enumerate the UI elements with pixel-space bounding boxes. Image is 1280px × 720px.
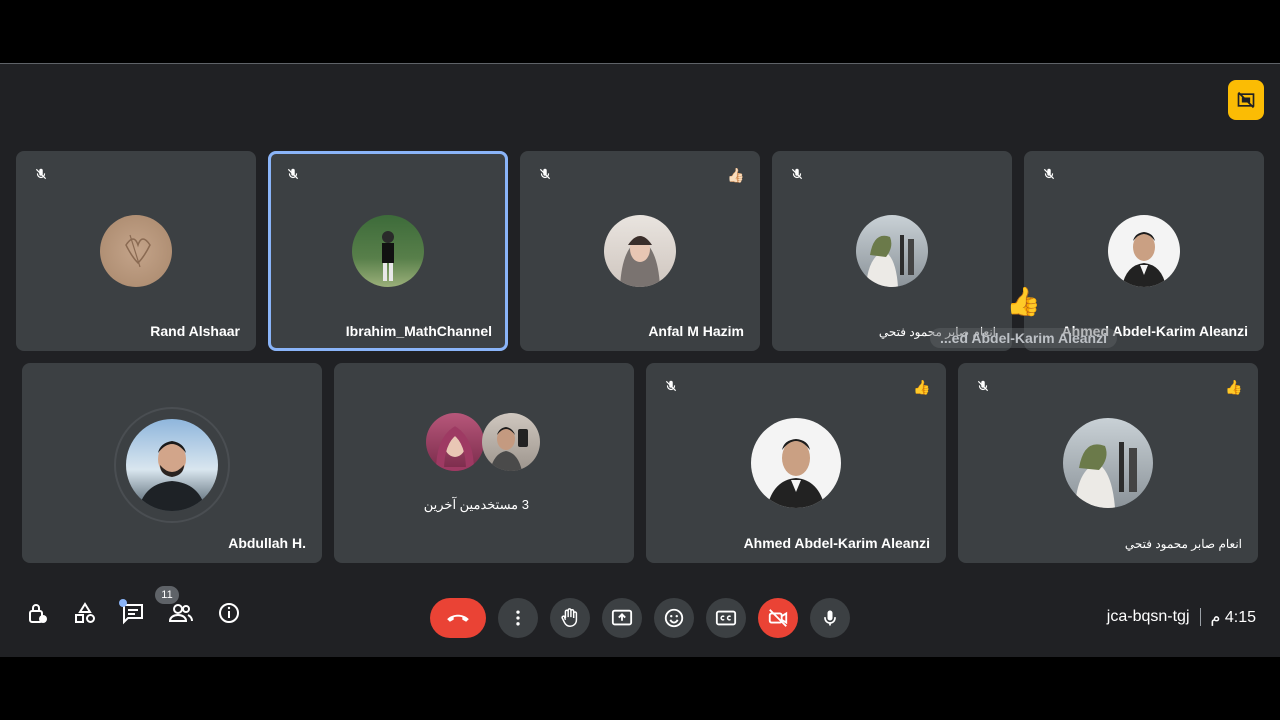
captions-icon	[715, 610, 737, 626]
raise-hand-icon	[561, 608, 578, 627]
participant-name: Anfal M Hazim	[648, 323, 744, 339]
thumbs-up-reaction-icon: 👍	[1225, 379, 1243, 395]
mic-muted-icon	[534, 163, 556, 185]
people-icon	[168, 604, 193, 622]
participant-tile-others[interactable]: 3 مستخدمين آخرين	[334, 363, 634, 563]
mic-muted-icon	[282, 163, 304, 185]
avatar	[352, 215, 424, 287]
participant-tile-rand[interactable]: Rand Alshaar	[16, 151, 256, 351]
present-screen-button[interactable]	[602, 598, 642, 638]
mic-muted-icon	[30, 163, 52, 185]
mic-muted-icon	[786, 163, 808, 185]
participant-tile-inaam-2[interactable]: 👍 انعام صابر محمود فتحي	[958, 363, 1258, 563]
meeting-code[interactable]: jca-bqsn-tgj	[1107, 608, 1190, 626]
host-controls-icon	[29, 604, 47, 623]
participant-tile-ibrahim[interactable]: Ibrahim_MathChannel	[268, 151, 508, 351]
more-options-button[interactable]	[498, 598, 538, 638]
raise-hand-button[interactable]	[550, 598, 590, 638]
participant-tile-ahmed-2[interactable]: 👍 Ahmed Abdel-Karim Aleanzi	[646, 363, 946, 563]
no-video-frame-button[interactable]	[1228, 80, 1264, 120]
camera-off-icon	[768, 609, 788, 627]
info-icon	[219, 603, 239, 623]
meeting-time: 4:15 م	[1210, 609, 1257, 626]
avatar	[126, 419, 218, 511]
mic-muted-icon	[972, 375, 994, 397]
divider	[1199, 608, 1201, 626]
avatar	[426, 413, 484, 471]
send-reaction-button[interactable]	[654, 598, 694, 638]
avatar	[1108, 215, 1180, 287]
participant-tile-abdullah[interactable]: Abdullah H.	[22, 363, 322, 563]
activities-button[interactable]	[72, 600, 98, 626]
captions-button[interactable]	[706, 598, 746, 638]
avatar	[856, 215, 928, 287]
mic-muted-icon	[1038, 163, 1060, 185]
microphone-icon	[824, 610, 836, 626]
present-screen-icon	[611, 609, 633, 626]
call-controls	[430, 598, 850, 638]
leave-call-button[interactable]	[430, 598, 486, 638]
more-options-icon	[516, 610, 520, 626]
participant-tile-inaam[interactable]: انعام صابر محمود فتحي	[772, 151, 1012, 351]
people-button[interactable]	[168, 600, 194, 626]
left-toolbar	[24, 600, 242, 626]
avatar	[100, 215, 172, 287]
emoji-icon	[664, 608, 684, 628]
camera-toggle-button[interactable]	[758, 598, 798, 638]
mic-muted-icon	[660, 375, 682, 397]
participant-tile-ahmed[interactable]: Ahmed Abdel-Karim Aleanzi	[1024, 151, 1264, 351]
participant-tile-anfal[interactable]: 👍🏻 Anfal M Hazim	[520, 151, 760, 351]
activities-icon	[75, 602, 95, 623]
microphone-toggle-button[interactable]	[810, 598, 850, 638]
chat-unread-dot	[119, 599, 127, 607]
participant-name: 3 مستخدمين آخرين	[423, 497, 529, 512]
participant-name: Abdullah H.	[228, 535, 306, 551]
thumbs-up-reaction-icon: 👍	[913, 379, 931, 395]
avatar	[482, 413, 540, 471]
participant-name: Rand Alshaar	[150, 323, 240, 339]
meeting-details: jca-bqsn-tgj 4:15 م	[1107, 607, 1256, 627]
participant-name: Ibrahim_MathChannel	[345, 323, 492, 339]
avatar	[751, 418, 841, 508]
thumbs-up-reaction-icon: 👍🏻	[727, 167, 745, 183]
participant-name: Ahmed Abdel-Karim Aleanzi	[743, 535, 930, 551]
participant-name: انعام صابر محمود فتحي	[1124, 537, 1242, 551]
avatar	[1063, 418, 1153, 508]
floating-reaction-label: ...ed Abdel-Karim Aleanzi	[930, 328, 1117, 348]
avatar	[604, 215, 676, 287]
meeting-info-button[interactable]	[216, 600, 242, 626]
floating-thumbs-up-icon: 👍	[1006, 286, 1041, 317]
host-controls-button[interactable]	[24, 600, 50, 626]
people-count-badge: 11	[155, 586, 179, 604]
end-call-icon	[447, 614, 469, 622]
no-video-frame-icon	[1237, 91, 1255, 109]
